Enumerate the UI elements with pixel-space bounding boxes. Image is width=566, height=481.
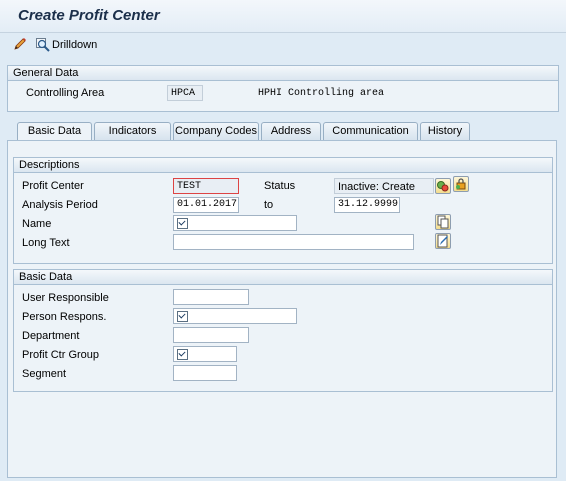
profit-ctr-group-label: Profit Ctr Group: [22, 349, 100, 361]
basic-data-header: Basic Data: [14, 270, 552, 285]
tab-history[interactable]: History: [420, 122, 470, 140]
basic-data-group: Basic Data User Responsible Person Respo…: [13, 269, 553, 392]
name-input[interactable]: [173, 215, 297, 231]
pencil-icon[interactable]: [13, 37, 27, 51]
segment-label: Segment: [22, 368, 67, 380]
user-responsible-input[interactable]: [173, 289, 249, 305]
tab-indicators[interactable]: Indicators: [94, 122, 171, 140]
general-data-header: General Data: [8, 66, 558, 81]
segment-input[interactable]: [173, 365, 237, 381]
tab-communication[interactable]: Communication: [323, 122, 418, 140]
tab-content-basic-data: Descriptions Profit Center TEST Status I…: [7, 140, 557, 478]
lock-icon[interactable]: [453, 176, 469, 192]
user-responsible-label: User Responsible: [22, 292, 109, 304]
application-toolbar: Drilldown: [0, 33, 566, 58]
drilldown-label: Drilldown: [52, 39, 98, 51]
analysis-period-to-input[interactable]: 31.12.9999: [334, 197, 400, 213]
copy-document-icon[interactable]: [435, 214, 451, 230]
descriptions-group: Descriptions Profit Center TEST Status I…: [13, 157, 553, 264]
analysis-period-from-input[interactable]: 01.01.2017: [173, 197, 239, 213]
department-label: Department: [22, 330, 80, 342]
descriptions-header: Descriptions: [14, 158, 552, 173]
general-data-panel: General Data Controlling Area HPCA HPHI …: [7, 65, 559, 112]
activate-icon[interactable]: [435, 178, 451, 194]
profit-center-field: TEST: [173, 178, 239, 194]
person-respons-label: Person Respons.: [22, 311, 107, 323]
profit-ctr-group-input[interactable]: [173, 346, 237, 362]
required-check-icon: [177, 218, 188, 229]
status-field: Inactive: Create: [334, 178, 434, 194]
profit-center-label: Profit Center: [22, 180, 84, 192]
tab-company-codes[interactable]: Company Codes: [173, 122, 259, 140]
tab-basic-data[interactable]: Basic Data: [17, 122, 92, 141]
long-text-label: Long Text: [22, 237, 70, 249]
status-label: Status: [264, 180, 296, 192]
to-label: to: [264, 199, 274, 211]
required-check-icon: [177, 311, 188, 322]
controlling-area-label: Controlling Area: [26, 87, 105, 99]
controlling-area-field: HPCA: [167, 85, 203, 101]
page-title: Create Profit Center: [18, 7, 160, 24]
analysis-period-label: Analysis Period: [22, 199, 98, 211]
required-check-icon: [177, 349, 188, 360]
magnifier-icon: [36, 38, 50, 52]
person-respons-input[interactable]: [173, 308, 297, 324]
long-text-input[interactable]: [173, 234, 414, 250]
tab-address[interactable]: Address: [261, 122, 321, 140]
name-label: Name: [22, 218, 52, 230]
department-input[interactable]: [173, 327, 249, 343]
edit-text-icon[interactable]: [435, 233, 451, 249]
drilldown-button[interactable]: Drilldown: [36, 36, 97, 54]
title-bar: Create Profit Center: [0, 0, 566, 33]
controlling-area-desc: HPHI Controlling area: [258, 88, 385, 99]
